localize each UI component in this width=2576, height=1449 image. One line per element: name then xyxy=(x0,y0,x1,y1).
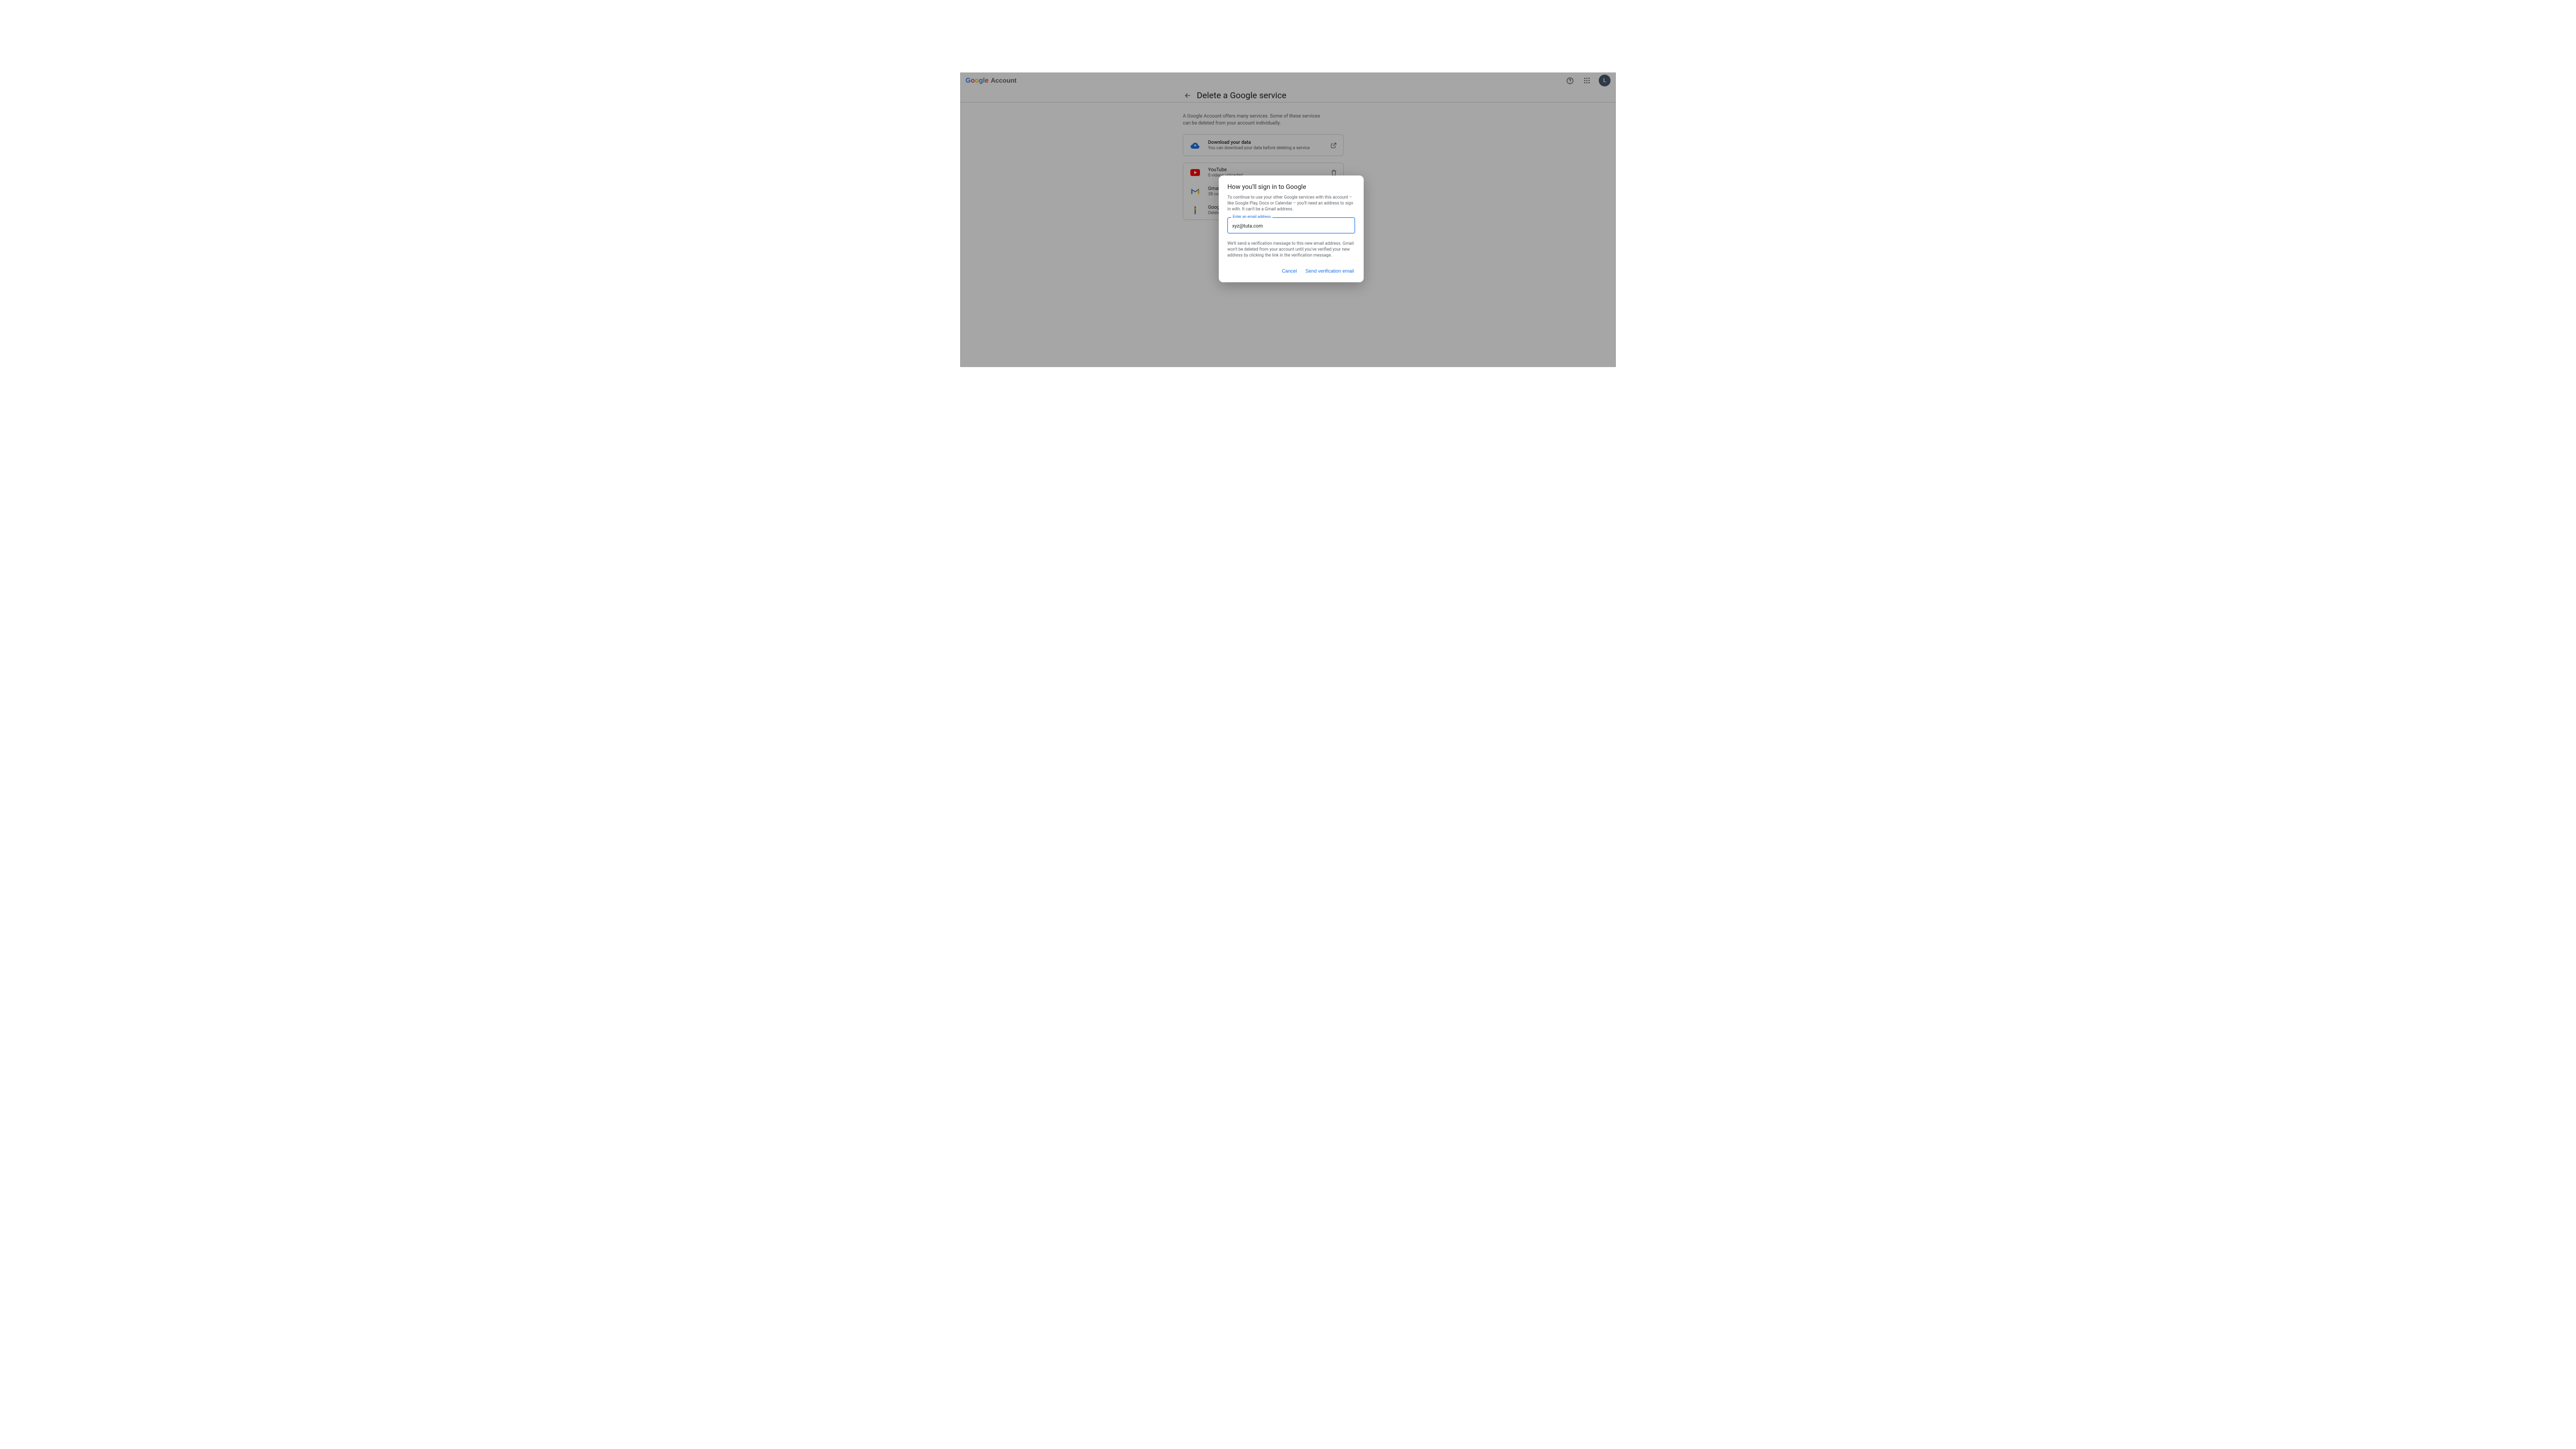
dialog-body-text: To continue to use your other Google ser… xyxy=(1227,195,1355,212)
email-input[interactable] xyxy=(1232,224,1350,229)
email-field-wrapper: Enter an email address xyxy=(1227,217,1355,233)
dialog-note-text: We'll send a verification message to thi… xyxy=(1227,241,1355,258)
email-field-label: Enter an email address xyxy=(1231,215,1272,219)
send-verification-button[interactable]: Send verification email xyxy=(1304,266,1355,276)
dialog-actions: Cancel Send verification email xyxy=(1227,266,1355,276)
signin-email-dialog: How you'll sign in to Google To continue… xyxy=(1219,175,1364,282)
dialog-title: How you'll sign in to Google xyxy=(1227,183,1355,191)
cancel-button[interactable]: Cancel xyxy=(1280,266,1298,276)
app-window: G o o g l e Account L Delete a Google se… xyxy=(960,72,1616,367)
